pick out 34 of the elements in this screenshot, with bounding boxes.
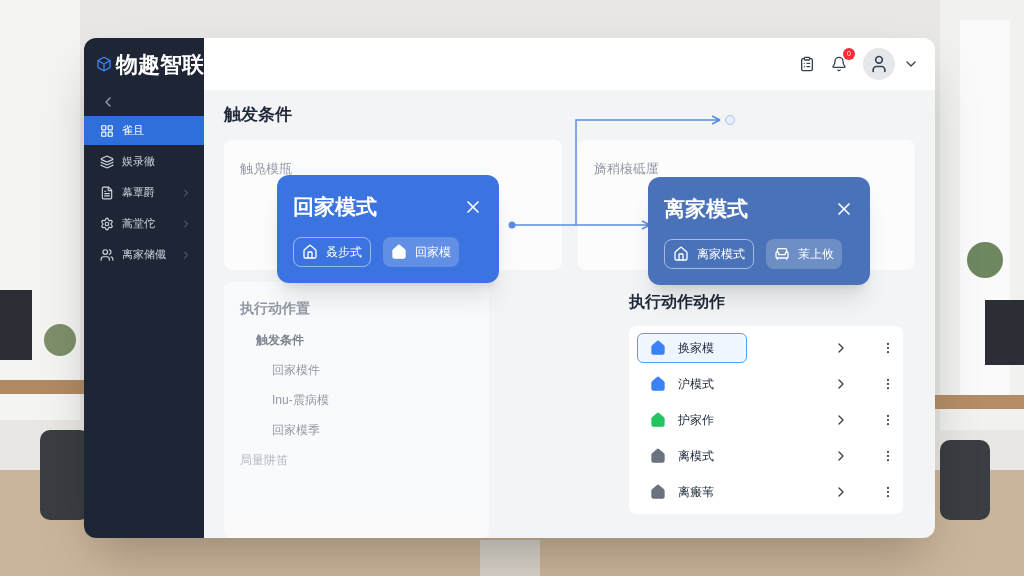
sidebar-item[interactable]: 雀且 — [84, 116, 204, 145]
layers-icon — [100, 154, 114, 169]
panel-title: 执行动作置 — [240, 298, 311, 318]
sidebar-item[interactable]: 离家储儎 — [84, 240, 204, 269]
action-option[interactable]: 离瘢苇 — [637, 476, 747, 507]
grid-icon — [100, 123, 114, 138]
users-icon — [100, 247, 114, 262]
house-icon — [391, 244, 407, 260]
gear-icon — [100, 216, 114, 231]
mode-button[interactable]: 叒步式 — [293, 237, 371, 267]
mode-title: 离家模式 — [664, 196, 748, 222]
house-icon — [673, 246, 689, 262]
action-option[interactable]: 离模式 — [637, 440, 747, 471]
sidebar-item[interactable]: 幕覃爵 — [84, 178, 204, 207]
group-header[interactable]: 触发条件 — [240, 330, 473, 349]
action-option[interactable]: 换家模 — [637, 332, 747, 363]
sidebar-item[interactable]: 娱录徹 — [84, 147, 204, 176]
section-title: 触发条件 — [224, 104, 293, 126]
mode-button[interactable]: 离家模式 — [664, 239, 754, 269]
document-icon — [100, 185, 114, 200]
house-icon — [302, 244, 318, 260]
card-label: 旖稍榱砥厪 — [593, 160, 659, 176]
bell-icon[interactable] — [831, 56, 847, 72]
logo-text: 物趣智联 — [116, 50, 204, 79]
card-label: 触凫模甁 — [240, 160, 292, 176]
action-option[interactable]: 护家作 — [637, 404, 747, 435]
sidebar-item[interactable]: 蒿堂佗 — [84, 209, 204, 238]
clipboard-icon[interactable] — [799, 56, 815, 72]
avatar[interactable] — [863, 48, 895, 80]
panel-footer: 局量阱笛 — [240, 450, 473, 469]
mode-title: 回家模式 — [293, 194, 377, 220]
action-option[interactable]: 沪模式 — [637, 368, 747, 399]
panel-title: 执行动作动作 — [629, 291, 726, 312]
armchair-icon — [774, 246, 790, 262]
